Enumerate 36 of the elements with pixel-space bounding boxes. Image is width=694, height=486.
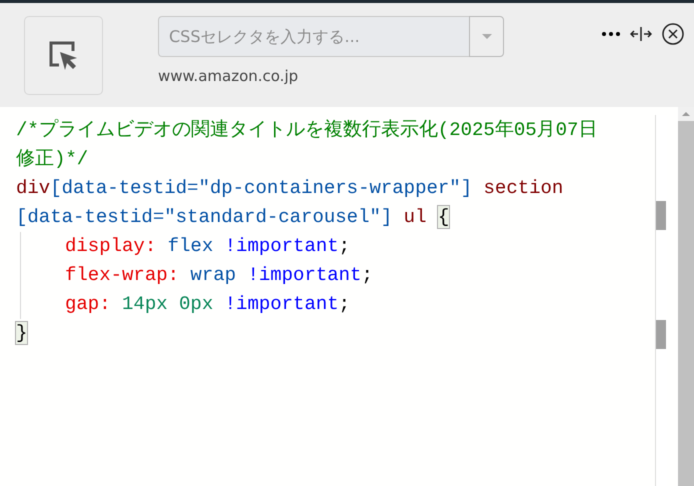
code-punctuation: ; — [361, 264, 373, 286]
code-selector: section — [482, 177, 564, 199]
code-property: display: — [65, 235, 158, 257]
code-keyword: !important — [224, 293, 339, 315]
scroll-up-icon — [682, 112, 690, 116]
code-attribute: [data-testid= — [16, 206, 164, 228]
selector-field[interactable]: CSSセレクタを入力する... — [158, 16, 469, 57]
caret-icon — [482, 34, 492, 39]
code-punctuation: ; — [338, 235, 350, 257]
code-selector: ul — [402, 206, 428, 228]
code-attribute: ] — [380, 206, 392, 228]
overview-marker — [656, 320, 666, 349]
code-comment: 修正)*/ — [16, 148, 88, 170]
code-value: wrap — [190, 264, 238, 286]
code-property: gap: — [65, 293, 112, 315]
code-attribute: ] — [460, 177, 472, 199]
code-bracket: } — [16, 322, 28, 344]
code-keyword: !important — [224, 235, 339, 257]
scrollbar[interactable] — [678, 107, 694, 486]
code-attribute: [data-testid= — [50, 177, 198, 199]
site-url: www.amazon.co.jp — [158, 67, 300, 85]
element-picker-button[interactable] — [24, 16, 103, 95]
code-string: "dp-containers-wrapper" — [198, 177, 461, 199]
code-keyword: !important — [247, 264, 362, 286]
code-string: "standard-carousel" — [164, 206, 381, 228]
code-bracket: { — [438, 206, 450, 228]
more-icon[interactable] — [602, 32, 620, 36]
resize-arrows-icon[interactable] — [630, 26, 652, 42]
code-selector: div — [16, 177, 50, 199]
code-number: 14px 0px — [122, 293, 214, 315]
code-comment: /*プライムビデオの関連タイトルを複数行表示化(2025年05月07日 — [16, 119, 598, 141]
overview-marker — [656, 201, 666, 230]
code-punctuation: ; — [338, 293, 350, 315]
close-icon[interactable] — [662, 23, 684, 45]
code-property: flex-wrap: — [65, 264, 180, 286]
code-value: flex — [168, 235, 214, 257]
